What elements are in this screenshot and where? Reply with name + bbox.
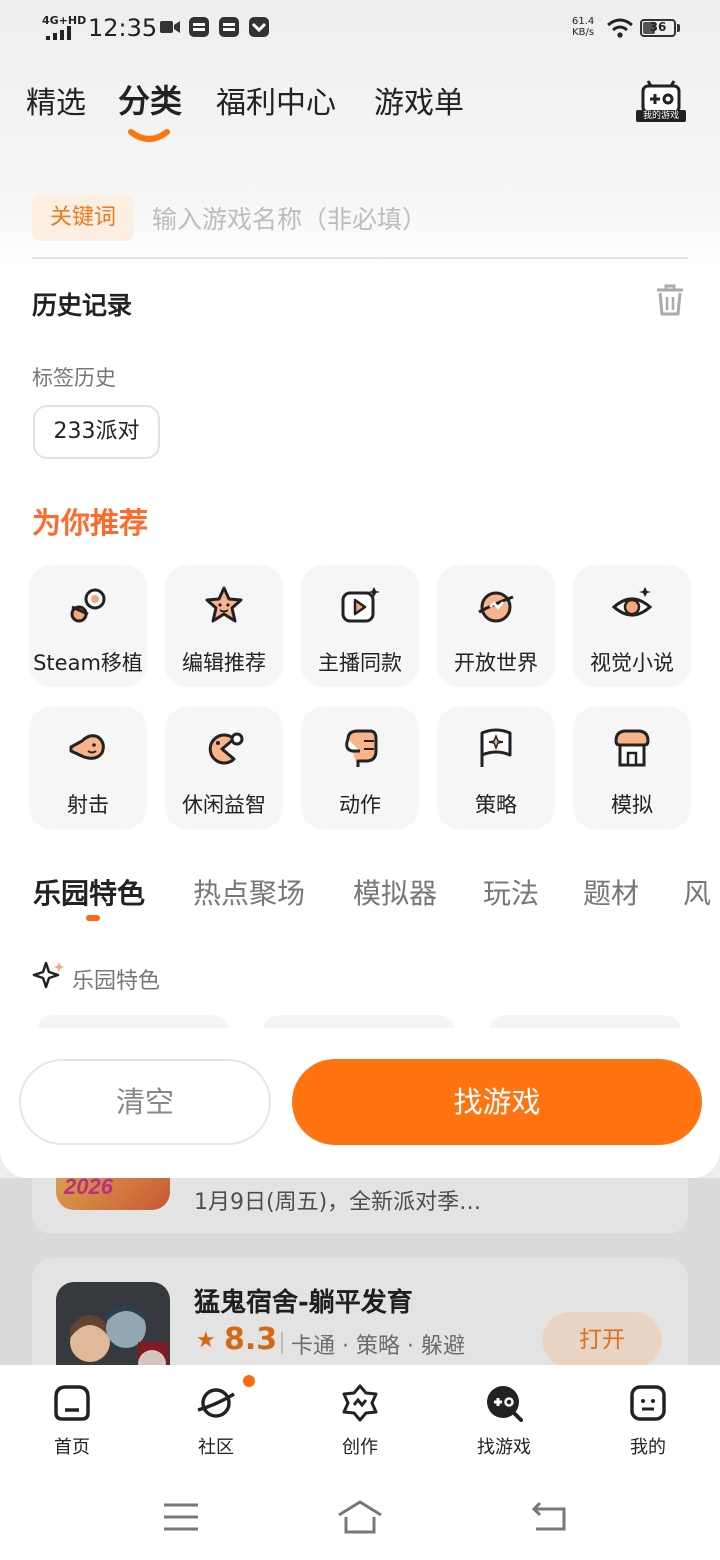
battery-level: 36 xyxy=(649,20,667,34)
nav-label: 创作 xyxy=(342,1437,378,1458)
category-casual-puzzle[interactable]: 休闲益智 xyxy=(165,707,283,829)
bottom-nav: 首页 社区 创作 找游戏 我的 xyxy=(0,1365,720,1560)
category-label: Steam移植 xyxy=(33,651,143,675)
my-games-label: 我的游戏 xyxy=(636,110,686,122)
home-icon xyxy=(54,1385,90,1421)
search-divider xyxy=(32,257,688,259)
tag-history-label: 标签历史 xyxy=(32,366,116,390)
active-tab-indicator xyxy=(128,129,170,142)
nav-label: 首页 xyxy=(54,1437,90,1458)
notification-icon-3 xyxy=(249,17,269,37)
category-label: 视觉小说 xyxy=(590,651,674,675)
planet-icon xyxy=(478,591,514,623)
notification-dot xyxy=(243,1375,255,1387)
recommend-title: 为你推荐 xyxy=(32,506,149,540)
notification-icon-2 xyxy=(219,17,239,37)
nav-label: 我的 xyxy=(630,1437,666,1458)
trash-icon[interactable] xyxy=(656,284,684,316)
battery-icon: 36 xyxy=(640,19,676,37)
history-tag[interactable]: 233派对 xyxy=(33,405,160,459)
signal-icon xyxy=(46,26,71,40)
filter-panel: 4G+HD 12:35 61.4 KB/s 36 精选 分类 福利中心 游戏单 … xyxy=(0,0,720,1178)
clear-button[interactable]: 清空 xyxy=(19,1059,271,1145)
eye-icon xyxy=(612,587,652,617)
category-streamer-same[interactable]: 主播同款 xyxy=(301,565,419,687)
my-games-button[interactable]: 我的游戏 xyxy=(636,80,686,124)
nav-home[interactable]: 首页 xyxy=(27,1383,117,1459)
back-icon[interactable] xyxy=(530,1501,568,1533)
history-title: 历史记录 xyxy=(32,291,133,320)
create-icon xyxy=(342,1384,378,1422)
category-label: 编辑推荐 xyxy=(182,651,266,675)
clock: 12:35 xyxy=(88,14,158,42)
category-label: 休闲益智 xyxy=(182,793,266,817)
category-steam[interactable]: Steam移植 xyxy=(29,565,147,687)
tab-theme[interactable]: 题材 xyxy=(583,872,639,912)
nav-label: 社区 xyxy=(198,1437,234,1458)
nav-label: 找游戏 xyxy=(477,1437,531,1458)
pacman-icon xyxy=(208,732,244,765)
tab-hot-topics[interactable]: 热点聚场 xyxy=(193,872,305,912)
notification-icon-1 xyxy=(189,17,209,37)
shop-icon xyxy=(614,729,650,767)
find-game-icon xyxy=(487,1386,523,1422)
keyword-chip[interactable]: 关键词 xyxy=(32,195,134,241)
tab-welfare-center[interactable]: 福利中心 xyxy=(216,78,336,122)
category-label: 开放世界 xyxy=(454,651,538,675)
sparkle-icon xyxy=(32,961,64,989)
shooter-face-icon xyxy=(69,734,105,760)
star-face-icon xyxy=(205,586,243,623)
dim-overlay xyxy=(0,1178,720,1365)
category-label: 射击 xyxy=(67,793,109,817)
net-speed-unit: KB/s xyxy=(572,27,595,38)
category-shooter[interactable]: 射击 xyxy=(29,707,147,829)
nav-community[interactable]: 社区 xyxy=(171,1375,261,1459)
profile-icon xyxy=(630,1385,666,1421)
video-play-icon xyxy=(341,587,380,623)
planet-community-icon xyxy=(197,1388,235,1418)
wifi-icon xyxy=(607,18,633,38)
search-input[interactable]: 输入游戏名称（非必填） xyxy=(152,200,427,236)
category-open-world[interactable]: 开放世界 xyxy=(437,565,555,687)
tab-game-list[interactable]: 游戏单 xyxy=(374,78,464,122)
category-visual-novel[interactable]: 视觉小说 xyxy=(573,565,691,687)
nav-find-game[interactable]: 找游戏 xyxy=(459,1383,549,1459)
category-simulation[interactable]: 模拟 xyxy=(573,707,691,829)
nav-profile[interactable]: 我的 xyxy=(603,1383,693,1459)
tab-park-features[interactable]: 乐园特色 xyxy=(33,872,145,912)
gamepad-icon xyxy=(641,80,681,114)
category-action[interactable]: 动作 xyxy=(301,707,419,829)
category-strategy[interactable]: 策略 xyxy=(437,707,555,829)
nav-create[interactable]: 创作 xyxy=(315,1383,405,1459)
net-speed-value: 61.4 xyxy=(572,16,595,27)
category-label: 主播同款 xyxy=(318,651,402,675)
category-label: 策略 xyxy=(475,793,517,817)
status-bar: 4G+HD 12:35 61.4 KB/s 36 xyxy=(0,0,720,56)
tab-style[interactable]: 风 xyxy=(683,872,711,912)
tab-selected[interactable]: 精选 xyxy=(26,78,86,122)
recent-apps-icon[interactable] xyxy=(162,1501,200,1533)
category-label: 动作 xyxy=(339,793,381,817)
tab-emulator[interactable]: 模拟器 xyxy=(353,872,437,912)
tab-category[interactable]: 分类 xyxy=(118,76,182,122)
category-label: 模拟 xyxy=(611,793,653,817)
video-record-icon xyxy=(160,21,180,33)
find-game-button[interactable]: 找游戏 xyxy=(292,1059,702,1145)
steam-icon xyxy=(70,588,106,623)
fist-icon xyxy=(345,729,378,767)
net-speed: 61.4 KB/s xyxy=(572,16,594,38)
section-tab-indicator xyxy=(86,915,100,921)
flag-icon xyxy=(480,728,512,767)
battery-tip xyxy=(677,24,680,32)
home-system-icon[interactable] xyxy=(336,1499,384,1535)
feature-label: 乐园特色 xyxy=(72,969,161,994)
tab-gameplay[interactable]: 玩法 xyxy=(483,872,539,912)
category-editor-pick[interactable]: 编辑推荐 xyxy=(165,565,283,687)
